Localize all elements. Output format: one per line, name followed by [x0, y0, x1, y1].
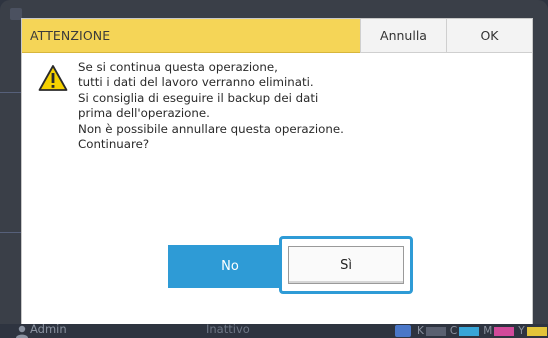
- background-divider: [0, 92, 22, 93]
- message-line: prima dell'operazione.: [78, 106, 210, 121]
- dialog-header: ATTENZIONE Annulla OK: [22, 19, 532, 53]
- screen: ATTENZIONE Annulla OK Se si continua que…: [0, 0, 548, 338]
- user-icon: [16, 325, 28, 338]
- status-user: Admin: [30, 322, 67, 336]
- ink-label: M: [483, 325, 493, 337]
- ink-label: C: [449, 325, 458, 337]
- message-line: tutti i dati del lavoro verranno elimina…: [78, 75, 314, 90]
- status-state: Inattivo: [206, 322, 250, 336]
- yes-button[interactable]: Sì: [288, 246, 404, 284]
- ink-bar: [494, 326, 515, 336]
- check-icon: [395, 325, 411, 337]
- dialog-message: Se si continua questa operazione, tutti …: [78, 60, 498, 152]
- yes-button-focus-ring: Sì: [279, 236, 413, 294]
- message-line: Si consiglia di eseguire il backup dei d…: [78, 90, 319, 105]
- ok-button[interactable]: OK: [446, 19, 532, 53]
- ink-level-m: M: [483, 325, 515, 337]
- ink-level-k: K: [417, 325, 446, 337]
- message-line: Se si continua questa operazione,: [78, 60, 278, 74]
- warning-icon: [38, 65, 68, 91]
- message-line: Non è possibile annullare questa operazi…: [78, 121, 344, 136]
- ink-bar: [526, 326, 547, 336]
- ink-label: K: [417, 325, 424, 337]
- ink-bar: [459, 326, 480, 336]
- ink-bar: [425, 326, 446, 336]
- dialog-title: ATTENZIONE: [22, 19, 360, 53]
- ink-label: Y: [518, 325, 525, 337]
- background-divider: [0, 232, 22, 233]
- ink-level-y: Y: [518, 325, 547, 337]
- ink-level-c: C: [449, 325, 480, 337]
- cancel-button[interactable]: Annulla: [360, 19, 446, 53]
- ink-levels: K C M Y G: [395, 324, 548, 338]
- message-line: Continuare?: [78, 137, 150, 152]
- no-button[interactable]: No: [168, 245, 292, 288]
- confirmation-dialog: ATTENZIONE Annulla OK Se si continua que…: [21, 18, 533, 327]
